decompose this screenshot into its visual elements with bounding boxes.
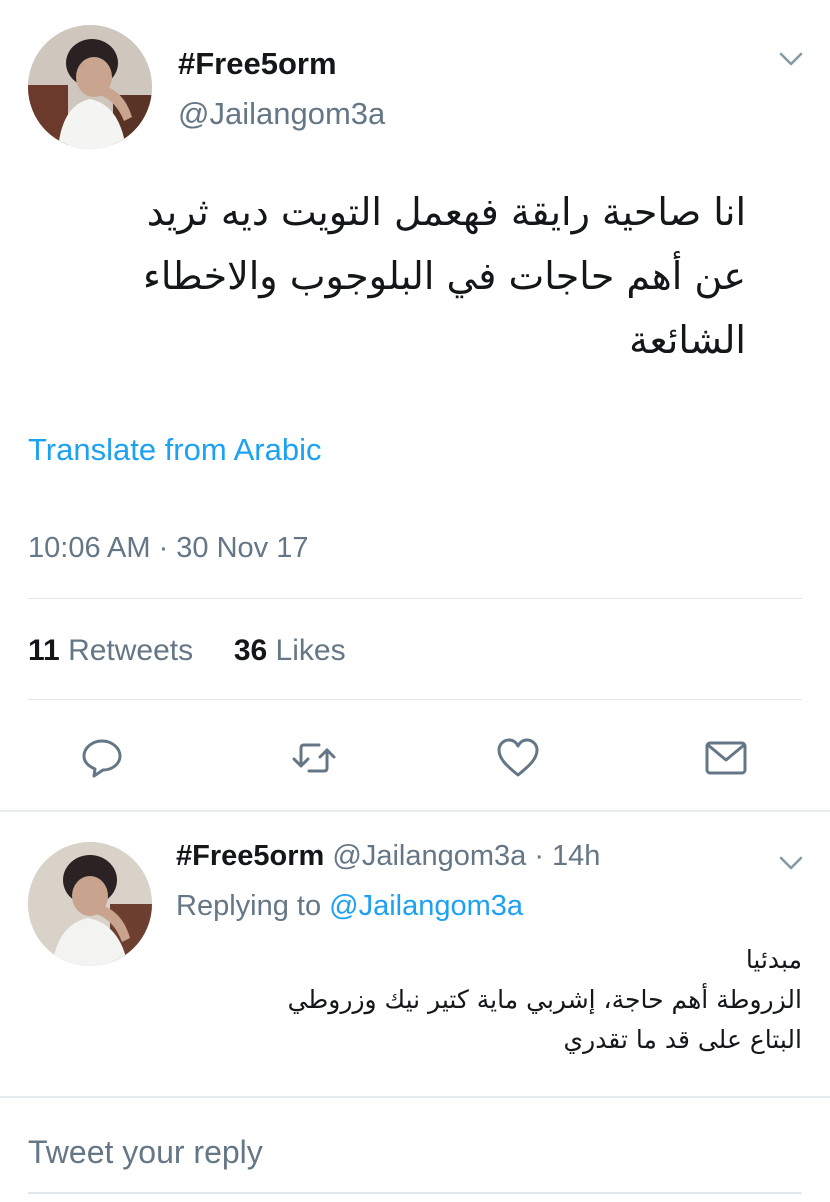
reply-icon [82,739,122,778]
reply-header: #Free5orm @Jailangom3a · 14h [176,840,600,873]
reply-time: · 14h [534,840,601,872]
retweets-stat[interactable]: 11 Retweets [28,634,193,667]
reply-handle[interactable]: @Jailangom3a [332,840,526,872]
likes-label: Likes [275,634,346,667]
likes-stat[interactable]: 36 Likes [234,634,346,667]
share-button[interactable] [702,734,750,782]
replying-to: Replying to @Jailangom3a [176,890,523,923]
tweet-timestamp: 10:06 AM · 30 Nov 17 [28,532,309,564]
envelope-icon [705,741,747,775]
replying-handle-link[interactable]: @Jailangom3a [329,890,523,922]
reply-text-line: البتاع على قد ما تقدري [563,1025,802,1054]
heart-icon [497,738,539,777]
divider [28,598,802,599]
display-name[interactable]: #Free5orm [178,46,337,82]
replying-prefix: Replying to [176,890,322,922]
reply-input[interactable]: Tweet your reply [28,1134,263,1171]
tweet-text: انا صاحية رايقة فهعمل التويت ديه ثريد عن… [28,180,746,372]
reply-text-line: مبدئيا [745,945,802,974]
tweet-stats: 11 Retweets 36 Likes [28,634,346,668]
avatar[interactable] [28,842,152,966]
avatar[interactable] [28,25,152,149]
section-separator [0,810,830,812]
tweet-text-line: عن أهم حاجات في البلوجوب والاخطاء [142,254,746,298]
compose-bar: Tweet your reply [0,1096,830,1202]
translate-link[interactable]: Translate from Arabic [28,432,321,468]
reply-display-name[interactable]: #Free5orm [176,840,324,872]
tweet-text-line: انا صاحية رايقة فهعمل التويت ديه ثريد [146,190,746,234]
retweets-count: 11 [28,634,60,667]
tweet-text-line: الشائعة [629,318,746,362]
reply-button[interactable] [78,734,126,782]
likes-count: 36 [233,634,268,667]
retweets-label: Retweets [68,634,194,667]
compose-underline [28,1192,802,1194]
chevron-down-icon[interactable] [778,46,804,72]
divider [28,699,802,700]
user-handle[interactable]: @Jailangom3a [178,96,385,132]
chevron-down-icon[interactable] [778,850,804,876]
retweet-icon [292,743,336,773]
reply-text: مبدئيا الزروطة أهم حاجة، إشربي ماية كتير… [176,940,802,1060]
reply-text-line: الزروطة أهم حاجة، إشربي ماية كتير نيك وز… [287,985,802,1014]
retweet-button[interactable] [290,734,338,782]
like-button[interactable] [494,734,542,782]
